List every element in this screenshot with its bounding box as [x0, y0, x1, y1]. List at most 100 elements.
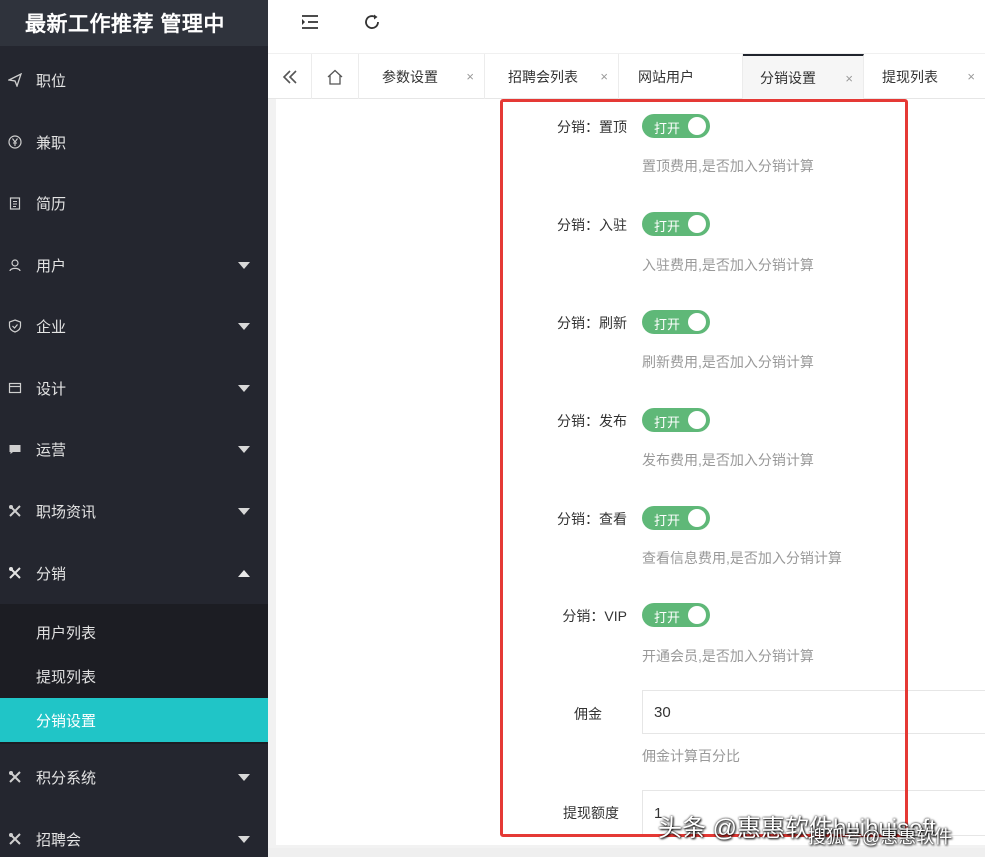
- chevron-down-icon: [238, 508, 250, 515]
- tab-label: 招聘会列表: [508, 68, 578, 85]
- close-icon[interactable]: ×: [600, 69, 608, 84]
- help-text-refresh: 刷新费用,是否加入分销计算: [642, 354, 814, 370]
- double-chevron-left-icon[interactable]: [268, 54, 312, 99]
- sidebar-item-job-fair[interactable]: 招聘会: [0, 811, 268, 857]
- sidebar: 最新工作推荐 管理中 职位 兼职 简历 用户 企业 设计 运营 职场资讯 分销 …: [0, 0, 268, 857]
- sidebar-item-label: 设计: [36, 380, 67, 398]
- sidebar-item-label: 职场资讯: [36, 503, 97, 521]
- help-text-top: 置顶费用,是否加入分销计算: [642, 158, 814, 174]
- close-icon[interactable]: ×: [967, 69, 975, 84]
- help-text-publish: 发布费用,是否加入分销计算: [642, 452, 814, 468]
- toggle-text: 打开: [654, 610, 681, 625]
- tab-label: 分销设置: [760, 69, 816, 86]
- toggle-text: 打开: [654, 219, 681, 234]
- toggle-knob: [688, 313, 706, 331]
- toggle-publish[interactable]: 打开: [642, 408, 710, 432]
- chevron-down-icon: [238, 323, 250, 330]
- field-label-refresh: 分销：刷新: [557, 315, 627, 331]
- close-icon[interactable]: ×: [845, 71, 853, 86]
- sidebar-subnav: 用户列表 提现列表 分销设置: [0, 604, 268, 744]
- indent-icon[interactable]: [296, 9, 324, 35]
- chevron-down-icon: [238, 385, 250, 392]
- toggle-refresh[interactable]: 打开: [642, 310, 710, 334]
- sidebar-item-label: 运营: [36, 441, 67, 459]
- help-text-settle: 入驻费用,是否加入分销计算: [642, 257, 814, 273]
- brand-header: 最新工作推荐 管理中: [0, 0, 268, 46]
- sidebar-item-label: 招聘会: [36, 831, 82, 849]
- home-icon[interactable]: [312, 54, 359, 99]
- top-header: [268, 0, 985, 46]
- sidebar-subitem-label: 分销设置: [36, 712, 97, 730]
- chevron-down-icon: [238, 836, 250, 843]
- sidebar-subitem-label: 用户列表: [36, 624, 97, 642]
- field-label-publish: 分销：发布: [557, 413, 627, 429]
- user-icon: [8, 258, 22, 272]
- sidebar-item-parttime[interactable]: 兼职: [0, 114, 268, 170]
- tab-distribution-settings[interactable]: 分销设置 ×: [743, 54, 864, 99]
- tools-icon: [8, 566, 22, 580]
- toggle-top[interactable]: 打开: [642, 114, 710, 138]
- sidebar-item-label: 企业: [36, 318, 67, 336]
- sidebar-item-jobs[interactable]: 职位: [0, 52, 268, 108]
- tab-parameter-settings[interactable]: 参数设置 ×: [359, 54, 485, 99]
- toggle-text: 打开: [654, 121, 681, 136]
- send-icon: [8, 73, 22, 87]
- sidebar-item-points[interactable]: 积分系统: [0, 749, 268, 805]
- tools-icon: [8, 832, 22, 846]
- close-icon[interactable]: ×: [466, 69, 474, 84]
- refresh-icon[interactable]: [358, 9, 386, 35]
- watermark-sohu: 搜狐号@惠惠软件: [808, 827, 953, 847]
- field-label-view: 分销：查看: [557, 511, 627, 527]
- chat-icon: [8, 442, 22, 456]
- sidebar-item-label: 职位: [36, 72, 67, 90]
- sidebar-item-design[interactable]: 设计: [0, 360, 268, 416]
- sidebar-item-career-news[interactable]: 职场资讯: [0, 483, 268, 539]
- tab-label: 网站用户: [638, 68, 694, 85]
- sidebar-subitem-label: 提现列表: [36, 668, 97, 686]
- chevron-down-icon: [238, 446, 250, 453]
- chevron-down-icon: [238, 774, 250, 781]
- sidebar-item-users[interactable]: 用户: [0, 237, 268, 293]
- brand-title: 最新工作推荐 管理中: [25, 13, 225, 36]
- sidebar-item-label: 兼职: [36, 134, 67, 152]
- sidebar-item-label: 分销: [36, 565, 67, 583]
- toggle-knob: [688, 606, 706, 624]
- tab-site-users[interactable]: 网站用户: [619, 54, 743, 99]
- help-text-view: 查看信息费用,是否加入分销计算: [642, 550, 842, 566]
- sidebar-item-company[interactable]: 企业: [0, 298, 268, 354]
- chevron-up-icon: [238, 570, 250, 577]
- sidebar-item-distribution[interactable]: 分销: [0, 545, 268, 601]
- toggle-knob: [688, 215, 706, 233]
- clipboard-icon: [8, 196, 22, 210]
- toggle-text: 打开: [654, 317, 681, 332]
- field-label-commission: 佣金: [574, 706, 602, 722]
- toggle-text: 打开: [654, 415, 681, 430]
- layout-icon: [8, 381, 22, 395]
- help-text-commission: 佣金计算百分比: [642, 748, 740, 764]
- tools-icon: [8, 504, 22, 518]
- toggle-text: 打开: [654, 513, 681, 528]
- sidebar-subitem-user-list[interactable]: 用户列表: [0, 610, 268, 654]
- tab-withdraw-list[interactable]: 提现列表 ×: [864, 54, 985, 99]
- tab-label: 提现列表: [882, 68, 938, 85]
- tab-job-fair-list[interactable]: 招聘会列表 ×: [485, 54, 619, 99]
- toggle-knob: [688, 509, 706, 527]
- yen-icon: [8, 135, 22, 149]
- tab-bar: 参数设置 × 招聘会列表 × 网站用户 分销设置 × 提现列表 ×: [268, 53, 985, 99]
- sidebar-item-label: 积分系统: [36, 769, 97, 787]
- sidebar-subitem-distribution-settings[interactable]: 分销设置: [0, 698, 268, 742]
- toggle-view[interactable]: 打开: [642, 506, 710, 530]
- chevron-down-icon: [238, 262, 250, 269]
- toggle-settle[interactable]: 打开: [642, 212, 710, 236]
- field-label-top: 分销：置顶: [557, 119, 627, 135]
- sidebar-subitem-withdraw-list[interactable]: 提现列表: [0, 654, 268, 698]
- toggle-vip[interactable]: 打开: [642, 603, 710, 627]
- sidebar-item-operations[interactable]: 运营: [0, 421, 268, 477]
- commission-value: 30: [654, 703, 671, 721]
- shield-check-icon: [8, 319, 22, 333]
- toggle-knob: [688, 117, 706, 135]
- sidebar-item-resume[interactable]: 简历: [0, 175, 268, 231]
- commission-input[interactable]: 30: [642, 690, 985, 734]
- tab-label: 参数设置: [382, 68, 438, 85]
- toggle-knob: [688, 411, 706, 429]
